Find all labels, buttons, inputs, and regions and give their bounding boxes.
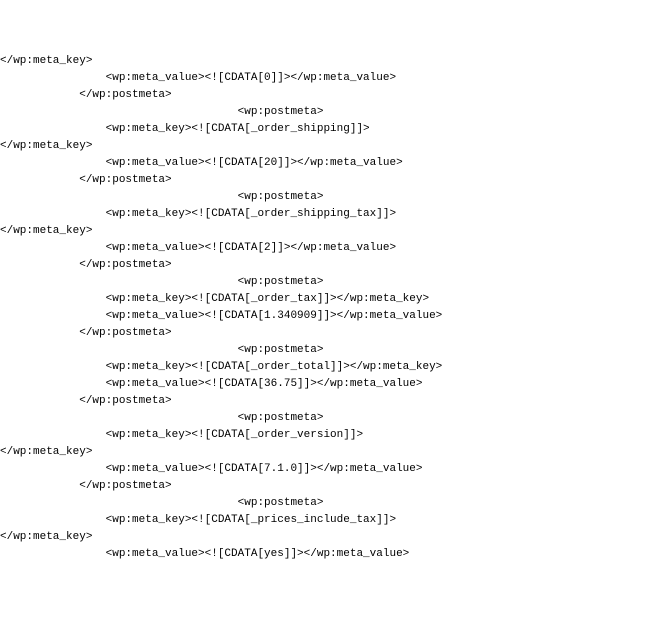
code-line: </wp:meta_key> xyxy=(0,529,650,546)
code-line: <wp:meta_key><![CDATA[_prices_include_ta… xyxy=(0,512,650,529)
code-block: </wp:meta_key> <wp:meta_value><![CDATA[0… xyxy=(0,53,650,563)
code-line: <wp:meta_key><![CDATA[_order_tax]]></wp:… xyxy=(0,291,650,308)
code-line: <wp:meta_value><![CDATA[1.340909]]></wp:… xyxy=(0,308,650,325)
code-line: </wp:postmeta> xyxy=(0,87,650,104)
code-line: <wp:meta_key><![CDATA[_order_version]]> xyxy=(0,427,650,444)
code-line: <wp:postmeta> xyxy=(0,410,650,427)
code-line: </wp:meta_key> xyxy=(0,138,650,155)
code-line: <wp:postmeta> xyxy=(0,274,650,291)
code-line: <wp:postmeta> xyxy=(0,342,650,359)
code-line: </wp:postmeta> xyxy=(0,257,650,274)
code-line: <wp:meta_key><![CDATA[_order_total]]></w… xyxy=(0,359,650,376)
code-line: </wp:meta_key> xyxy=(0,223,650,240)
code-line: <wp:meta_value><![CDATA[2]]></wp:meta_va… xyxy=(0,240,650,257)
code-line: </wp:postmeta> xyxy=(0,172,650,189)
code-line: </wp:meta_key> xyxy=(0,444,650,461)
code-line: <wp:meta_key><![CDATA[_order_shipping]]> xyxy=(0,121,650,138)
code-line: <wp:meta_value><![CDATA[20]]></wp:meta_v… xyxy=(0,155,650,172)
code-line: <wp:meta_value><![CDATA[36.75]]></wp:met… xyxy=(0,376,650,393)
code-line: <wp:meta_key><![CDATA[_order_shipping_ta… xyxy=(0,206,650,223)
code-line: <wp:meta_value><![CDATA[7.1.0]]></wp:met… xyxy=(0,461,650,478)
code-line: </wp:postmeta> xyxy=(0,393,650,410)
code-line: <wp:postmeta> xyxy=(0,104,650,121)
code-line: </wp:postmeta> xyxy=(0,478,650,495)
code-line: </wp:postmeta> xyxy=(0,325,650,342)
code-line: <wp:postmeta> xyxy=(0,495,650,512)
code-line: </wp:meta_key> xyxy=(0,53,650,70)
code-line: <wp:postmeta> xyxy=(0,189,650,206)
code-line: <wp:meta_value><![CDATA[0]]></wp:meta_va… xyxy=(0,70,650,87)
code-line: <wp:meta_value><![CDATA[yes]]></wp:meta_… xyxy=(0,546,650,563)
